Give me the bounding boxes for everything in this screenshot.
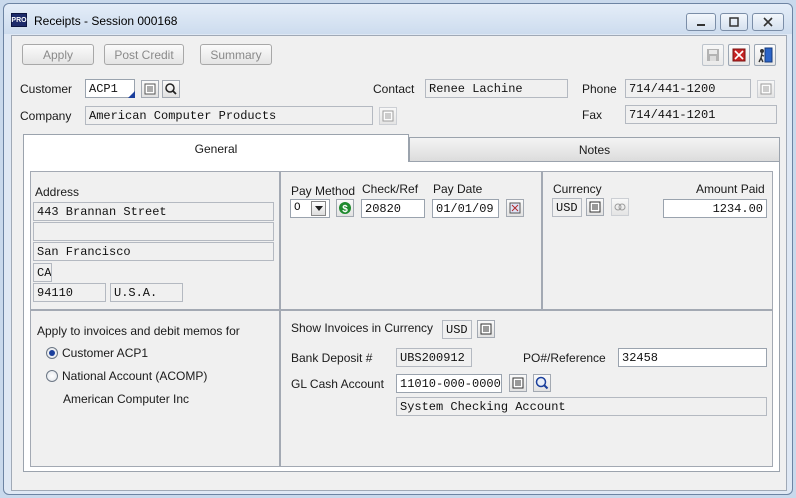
minimize-icon xyxy=(697,24,705,26)
search-icon xyxy=(165,83,177,95)
address-line1-field[interactable]: 443 Brannan Street xyxy=(33,202,274,221)
summary-button[interactable]: Summary xyxy=(200,44,272,65)
details-group: Show Invoices in Currency USD Bank Depos… xyxy=(280,310,773,467)
fax-label: Fax xyxy=(582,108,603,122)
calendar-icon xyxy=(509,202,521,214)
post-credit-button[interactable]: Post Credit xyxy=(104,44,184,65)
address-line2-field[interactable] xyxy=(33,222,274,241)
title-bar[interactable]: PRO Receipts - Session 000168 xyxy=(4,4,792,34)
gl-account-lookup-button[interactable] xyxy=(509,374,527,392)
check-ref-label: Check/Ref xyxy=(362,182,419,196)
company-field[interactable]: American Computer Products xyxy=(85,106,373,125)
apply-to-label: Apply to invoices and debit memos for xyxy=(37,324,240,338)
magnifier-icon xyxy=(535,376,549,390)
contact-field[interactable]: Renee Lachine xyxy=(425,79,568,98)
tab-notes[interactable]: Notes xyxy=(409,137,780,162)
po-reference-label: PO#/Reference xyxy=(523,351,606,365)
close-icon xyxy=(763,17,773,27)
address-label: Address xyxy=(35,185,80,199)
currency-field[interactable]: USD xyxy=(552,198,582,217)
customer-radio[interactable] xyxy=(46,347,58,359)
check-ref-field[interactable]: 20820 xyxy=(361,199,425,218)
show-invoices-currency-field[interactable]: USD xyxy=(442,320,472,339)
currency-label: Currency xyxy=(553,182,602,196)
show-invoices-lookup-button[interactable] xyxy=(477,320,495,338)
gl-cash-account-field[interactable]: 11010-000-0000 xyxy=(396,374,502,393)
lookup-corner-icon xyxy=(128,91,135,98)
receipts-window: PRO Receipts - Session 000168 Apply Post… xyxy=(3,3,793,495)
form-content: Apply Post Credit Summary Customer ACP1 … xyxy=(11,35,787,491)
pay-date-field[interactable]: 01/01/09 xyxy=(432,199,499,218)
national-account-radio[interactable] xyxy=(46,370,58,382)
exchange-rate-icon xyxy=(614,203,626,211)
po-reference-field[interactable]: 32458 xyxy=(618,348,767,367)
bank-deposit-label: Bank Deposit # xyxy=(291,351,373,365)
phone-label: Phone xyxy=(582,82,617,96)
national-account-radio-label[interactable]: National Account (ACOMP) xyxy=(62,369,207,383)
maximize-icon xyxy=(729,17,739,27)
show-invoices-label: Show Invoices in Currency xyxy=(291,321,434,335)
customer-radio-label[interactable]: Customer ACP1 xyxy=(62,346,148,360)
currency-lookup-button[interactable] xyxy=(586,198,604,216)
company-lookup-button[interactable] xyxy=(379,107,397,125)
gl-cash-account-description: System Checking Account xyxy=(396,397,767,416)
amount-paid-label: Amount Paid xyxy=(696,182,765,196)
app-logo-icon: PRO xyxy=(11,13,27,27)
contact-label: Contact xyxy=(373,82,415,96)
address-group: Address 443 Brannan Street San Francisco… xyxy=(30,171,280,310)
list-lookup-icon xyxy=(512,377,524,389)
pay-date-label: Pay Date xyxy=(433,182,483,196)
list-lookup-icon xyxy=(480,323,492,335)
pay-method-dropdown-button[interactable] xyxy=(311,201,326,216)
bank-deposit-field[interactable]: UBS200912 xyxy=(396,348,472,367)
delete-button[interactable] xyxy=(728,44,750,66)
currency-rate-button[interactable] xyxy=(611,198,629,216)
maximize-button[interactable] xyxy=(720,13,748,31)
delete-record-icon xyxy=(732,48,746,62)
gl-account-search-button[interactable] xyxy=(533,374,551,392)
customer-label: Customer xyxy=(20,82,73,96)
address-city-field[interactable]: San Francisco xyxy=(33,242,274,261)
calendar-button[interactable] xyxy=(506,199,524,217)
floppy-disk-icon xyxy=(707,49,719,61)
address-state-field[interactable]: CA xyxy=(33,263,52,282)
dollar-icon: $ xyxy=(339,202,351,215)
general-tab-panel: Address 443 Brannan Street San Francisco… xyxy=(23,161,780,472)
amount-paid-field[interactable]: 1234.00 xyxy=(663,199,767,218)
address-zip-field[interactable]: 94110 xyxy=(33,283,106,302)
customer-lookup-button[interactable] xyxy=(141,80,159,98)
list-lookup-icon xyxy=(382,110,394,122)
svg-text:$: $ xyxy=(342,204,348,215)
tab-general[interactable]: General xyxy=(23,134,409,162)
currency-group: Currency USD Amount Paid 1234.00 xyxy=(542,171,773,310)
phone-lookup-button[interactable] xyxy=(757,80,775,98)
national-account-name: American Computer Inc xyxy=(63,392,190,406)
window-title: Receipts - Session 000168 xyxy=(34,14,178,28)
fax-field[interactable]: 714/441-1201 xyxy=(625,105,777,124)
close-button[interactable] xyxy=(752,13,784,31)
gl-cash-account-label: GL Cash Account xyxy=(291,377,384,391)
list-lookup-icon xyxy=(760,83,772,95)
pay-method-lookup-button[interactable]: $ xyxy=(336,199,354,217)
phone-field[interactable]: 714/441-1200 xyxy=(625,79,751,98)
address-country-field[interactable]: U.S.A. xyxy=(110,283,183,302)
customer-search-button[interactable] xyxy=(162,80,180,98)
apply-button[interactable]: Apply xyxy=(22,44,94,65)
chevron-down-icon xyxy=(314,206,323,211)
company-label: Company xyxy=(20,109,72,123)
exit-button[interactable] xyxy=(754,44,776,66)
list-lookup-icon xyxy=(589,201,601,213)
save-button[interactable] xyxy=(702,44,724,66)
payment-group: Pay Method O $ Check/Ref 20820 Pay Date … xyxy=(280,171,542,310)
pay-method-label: Pay Method xyxy=(291,184,356,198)
exit-door-icon xyxy=(758,47,773,63)
apply-to-group: Apply to invoices and debit memos for Cu… xyxy=(30,310,280,467)
list-lookup-icon xyxy=(144,83,156,95)
minimize-button[interactable] xyxy=(686,13,716,31)
pay-method-value: O xyxy=(294,202,301,214)
